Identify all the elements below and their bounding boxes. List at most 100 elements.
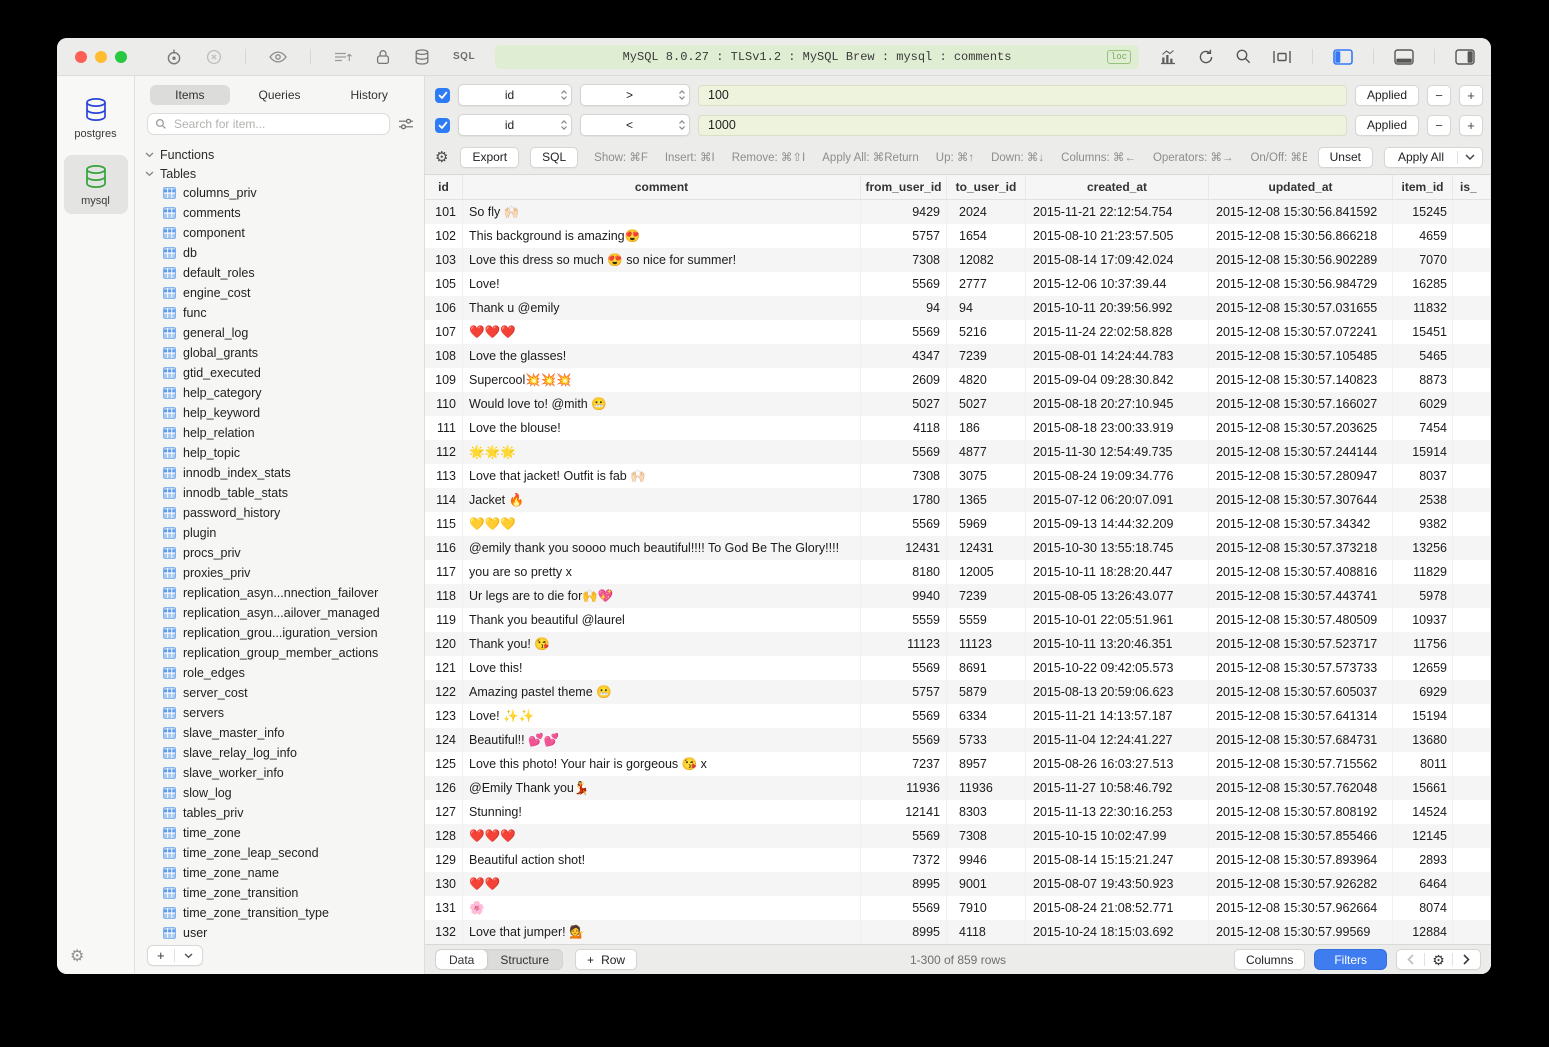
cell-to-user-id[interactable]: 8957 — [947, 752, 1026, 776]
sidebar-table-item[interactable]: help_keyword — [135, 403, 424, 423]
previous-page-button[interactable] — [1397, 950, 1424, 969]
cell-item-id[interactable]: 14524 — [1393, 800, 1453, 824]
cell-id[interactable]: 130 — [425, 872, 463, 896]
sidebar-table-item[interactable]: user — [135, 923, 424, 943]
sidebar-table-item[interactable]: server_cost — [135, 683, 424, 703]
sidebar-table-item[interactable]: engine_cost — [135, 283, 424, 303]
cell-is[interactable] — [1453, 896, 1491, 920]
cell-from-user-id[interactable]: 5569 — [861, 272, 947, 296]
cell-is[interactable] — [1453, 920, 1491, 944]
cell-comment[interactable]: 🌟🌟🌟 — [463, 440, 861, 464]
cell-updated-at[interactable]: 2015-12-08 15:30:57.307644 — [1209, 488, 1393, 512]
cell-comment[interactable]: you are so pretty x — [463, 560, 861, 584]
group-functions[interactable]: Functions — [135, 145, 424, 164]
sidebar-search-box[interactable] — [147, 113, 390, 135]
cell-id[interactable]: 132 — [425, 920, 463, 944]
cell-updated-at[interactable]: 2015-12-08 15:30:56.902289 — [1209, 248, 1393, 272]
filter-operator-select[interactable]: < — [580, 114, 690, 136]
cell-to-user-id[interactable]: 1654 — [947, 224, 1026, 248]
table-row[interactable]: 106 Thank u @emily 94 94 2015-10-11 20:3… — [425, 296, 1491, 320]
cell-comment[interactable]: Beautiful!! 💕💕 — [463, 728, 861, 752]
cell-from-user-id[interactable]: 5569 — [861, 512, 947, 536]
cell-created-at[interactable]: 2015-09-13 14:44:32.209 — [1026, 512, 1209, 536]
column-header-updated-at[interactable]: updated_at — [1209, 175, 1393, 199]
cell-item-id[interactable]: 11832 — [1393, 296, 1453, 320]
preview-eye-icon[interactable] — [268, 49, 288, 65]
toggle-right-sidebar-icon[interactable] — [1455, 49, 1475, 65]
cell-created-at[interactable]: 2015-10-15 10:02:47.99 — [1026, 824, 1209, 848]
cell-from-user-id[interactable]: 5569 — [861, 320, 947, 344]
cell-id[interactable]: 114 — [425, 488, 463, 512]
cell-id[interactable]: 116 — [425, 536, 463, 560]
cell-item-id[interactable]: 15661 — [1393, 776, 1453, 800]
cell-from-user-id[interactable]: 7308 — [861, 464, 947, 488]
cell-item-id[interactable]: 8074 — [1393, 896, 1453, 920]
cell-id[interactable]: 124 — [425, 728, 463, 752]
sidebar-table-item[interactable]: global_grants — [135, 343, 424, 363]
cell-id[interactable]: 122 — [425, 680, 463, 704]
cell-item-id[interactable]: 5978 — [1393, 584, 1453, 608]
table-row[interactable]: 125 Love this photo! Your hair is gorgeo… — [425, 752, 1491, 776]
table-row[interactable]: 118 Ur legs are to die for🙌💖 9940 7239 2… — [425, 584, 1491, 608]
cell-id[interactable]: 113 — [425, 464, 463, 488]
cell-is[interactable] — [1453, 632, 1491, 656]
cell-is[interactable] — [1453, 344, 1491, 368]
sidebar-table-item[interactable]: innodb_table_stats — [135, 483, 424, 503]
cell-id[interactable]: 128 — [425, 824, 463, 848]
table-row[interactable]: 103 Love this dress so much 😍 so nice fo… — [425, 248, 1491, 272]
cell-is[interactable] — [1453, 656, 1491, 680]
cell-created-at[interactable]: 2015-11-21 14:13:57.187 — [1026, 704, 1209, 728]
cell-to-user-id[interactable]: 3075 — [947, 464, 1026, 488]
cell-is[interactable] — [1453, 584, 1491, 608]
cell-from-user-id[interactable]: 2609 — [861, 368, 947, 392]
sidebar-table-item[interactable]: help_category — [135, 383, 424, 403]
sidebar-table-item[interactable]: role_edges — [135, 663, 424, 683]
sidebar-table-item[interactable]: func — [135, 303, 424, 323]
sidebar-table-item[interactable]: component — [135, 223, 424, 243]
table-row[interactable]: 119 Thank you beautiful @laurel 5559 555… — [425, 608, 1491, 632]
cell-created-at[interactable]: 2015-11-04 12:24:41.227 — [1026, 728, 1209, 752]
cell-updated-at[interactable]: 2015-12-08 15:30:57.443741 — [1209, 584, 1393, 608]
cell-comment[interactable]: Love this photo! Your hair is gorgeous 😘… — [463, 752, 861, 776]
cell-to-user-id[interactable]: 5733 — [947, 728, 1026, 752]
cell-id[interactable]: 131 — [425, 896, 463, 920]
cell-id[interactable]: 110 — [425, 392, 463, 416]
cell-id[interactable]: 101 — [425, 200, 463, 224]
table-row[interactable]: 129 Beautiful action shot! 7372 9946 201… — [425, 848, 1491, 872]
cell-is[interactable] — [1453, 368, 1491, 392]
cell-comment[interactable]: This background is amazing😍 — [463, 224, 861, 248]
cell-is[interactable] — [1453, 296, 1491, 320]
sidebar-table-item[interactable]: tables_priv — [135, 803, 424, 823]
cell-comment[interactable]: Stunning! — [463, 800, 861, 824]
cell-updated-at[interactable]: 2015-12-08 15:30:57.684731 — [1209, 728, 1393, 752]
cell-updated-at[interactable]: 2015-12-08 15:30:57.480509 — [1209, 608, 1393, 632]
cell-item-id[interactable]: 2893 — [1393, 848, 1453, 872]
cell-from-user-id[interactable]: 5757 — [861, 680, 947, 704]
tab-queries[interactable]: Queries — [240, 85, 320, 105]
search-icon[interactable] — [1235, 48, 1252, 65]
cell-item-id[interactable]: 6929 — [1393, 680, 1453, 704]
page-settings-gear-icon[interactable]: ⚙ — [1425, 950, 1452, 969]
cell-from-user-id[interactable]: 7237 — [861, 752, 947, 776]
add-row-button[interactable]: + Row — [575, 949, 637, 970]
cell-comment[interactable]: @emily thank you soooo much beautiful!!!… — [463, 536, 861, 560]
cell-is[interactable] — [1453, 872, 1491, 896]
cell-updated-at[interactable]: 2015-12-08 15:30:57.34342 — [1209, 512, 1393, 536]
table-row[interactable]: 114 Jacket 🔥 1780 1365 2015-07-12 06:20:… — [425, 488, 1491, 512]
sidebar-table-item[interactable]: replication_grou...iguration_version — [135, 623, 424, 643]
table-row[interactable]: 131 🌸 5569 7910 2015-08-24 21:08:52.771 … — [425, 896, 1491, 920]
sidebar-table-item[interactable]: time_zone_leap_second — [135, 843, 424, 863]
close-window-button[interactable] — [75, 51, 87, 63]
cell-is[interactable] — [1453, 488, 1491, 512]
cell-from-user-id[interactable]: 5757 — [861, 224, 947, 248]
cell-created-at[interactable]: 2015-10-22 09:42:05.573 — [1026, 656, 1209, 680]
cell-from-user-id[interactable]: 5569 — [861, 896, 947, 920]
cell-item-id[interactable]: 13680 — [1393, 728, 1453, 752]
sidebar-table-item[interactable]: time_zone_transition — [135, 883, 424, 903]
table-row[interactable]: 111 Love the blouse! 4118 186 2015-08-18… — [425, 416, 1491, 440]
sidebar-table-item[interactable]: slow_log — [135, 783, 424, 803]
cell-to-user-id[interactable]: 4820 — [947, 368, 1026, 392]
cell-created-at[interactable]: 2015-11-27 10:58:46.792 — [1026, 776, 1209, 800]
table-row[interactable]: 122 Amazing pastel theme 😬 5757 5879 201… — [425, 680, 1491, 704]
remove-filter-button[interactable]: − — [1427, 115, 1451, 136]
